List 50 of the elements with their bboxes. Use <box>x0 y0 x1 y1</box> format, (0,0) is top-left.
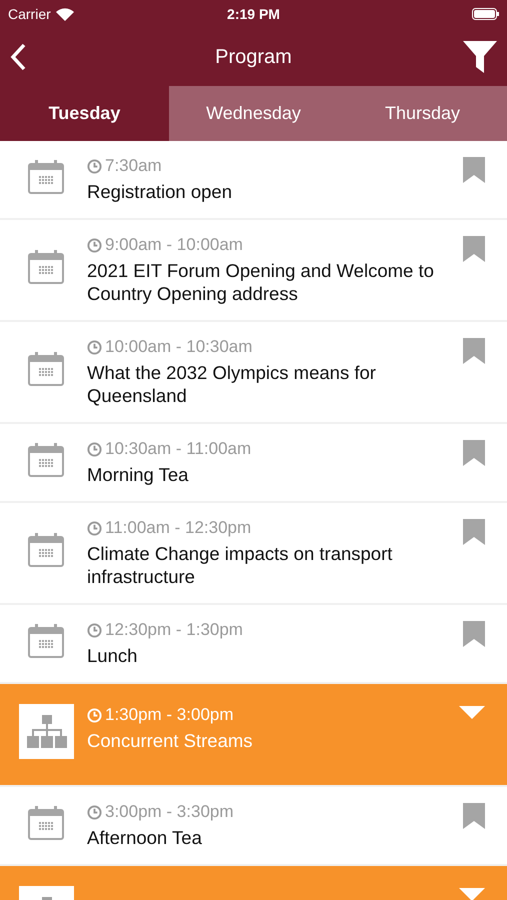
calendar-icon <box>28 533 64 567</box>
back-button[interactable] <box>10 43 26 71</box>
carrier-label: Carrier <box>8 6 51 22</box>
session-title: Lunch <box>87 644 138 667</box>
session-time: 10:00am - 10:30am <box>105 336 252 358</box>
calendar-icon <box>28 624 64 658</box>
clock-icon <box>87 708 102 722</box>
session-title: What the 2032 Olympics means for Queensland <box>87 361 377 407</box>
bookmark-icon[interactable] <box>463 803 485 829</box>
session-time: 3:00pm - 3:30pm <box>105 801 234 823</box>
session-title: Morning Tea <box>87 463 190 486</box>
session-title: 2021 EIT Forum Opening and Welcome to Country Opening address <box>87 259 435 305</box>
session-title: Climate Change impacts on transport infrastructure <box>87 542 394 588</box>
hierarchy-icon <box>26 714 66 748</box>
bookmark-icon[interactable] <box>463 338 485 364</box>
session-title: Afternoon Tea <box>87 826 203 849</box>
calendar-icon <box>28 806 64 840</box>
clock-icon <box>87 340 102 354</box>
expand-caret-icon[interactable] <box>459 888 485 900</box>
bookmark-icon[interactable] <box>463 440 485 466</box>
clock-icon <box>87 442 102 456</box>
session-title: Registration open <box>87 180 234 203</box>
bookmark-icon[interactable] <box>463 236 485 262</box>
wifi-icon <box>56 8 74 20</box>
calendar-icon <box>28 442 64 476</box>
clock-icon <box>87 158 102 174</box>
session-time: 11:00am - 12:30pm <box>105 517 252 539</box>
screen-title: Program <box>215 46 292 68</box>
session-time: 10:30am - 11:00am <box>105 438 252 460</box>
session-time: 7:30am <box>105 155 162 177</box>
session-time: 12:30pm - 1:30pm <box>105 619 243 641</box>
expand-caret-icon[interactable] <box>459 706 485 719</box>
session-time: 1:30pm - 3:00pm <box>105 704 234 726</box>
bookmark-icon[interactable] <box>463 519 485 545</box>
clock-icon <box>87 622 102 638</box>
battery-icon <box>472 8 499 20</box>
bookmark-icon[interactable] <box>463 621 485 647</box>
calendar-icon <box>28 160 64 194</box>
filter-icon[interactable] <box>463 41 497 73</box>
session-title: Concurrent Streams <box>87 729 254 752</box>
day-tab[interactable]: Thursday <box>338 86 507 141</box>
clock-icon <box>87 238 102 252</box>
session-time: 9:00am - 10:00am <box>105 234 243 256</box>
status-time: 2:19 PM <box>227 6 280 22</box>
clock-icon <box>87 804 102 820</box>
day-tab[interactable]: Wednesday <box>169 86 338 141</box>
bookmark-icon[interactable] <box>463 157 485 183</box>
clock-icon <box>87 520 102 536</box>
calendar-icon <box>28 250 64 284</box>
calendar-icon <box>28 352 64 386</box>
